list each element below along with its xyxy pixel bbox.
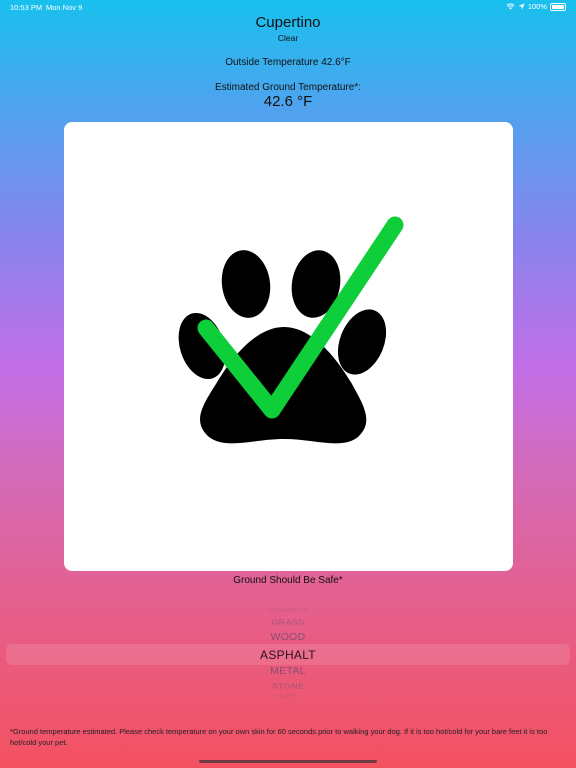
picker-option-dirt[interactable]: DIRT [0, 694, 576, 699]
picker-option-concrete[interactable]: CONCRETE [0, 608, 576, 613]
picker-option-metal[interactable]: METAL [0, 665, 576, 677]
weather-condition: Clear [277, 33, 299, 43]
picker-option-grass[interactable]: GRASS [0, 618, 576, 627]
status-bar: 10:53 PM Mon Nov 9 100% [0, 0, 576, 14]
status-time: 10:53 PM [10, 3, 43, 12]
verdict-message: Ground Should Be Safe* [233, 575, 343, 586]
estimated-ground-temp-value: 42.6 °F [263, 93, 313, 110]
picker-option-asphalt[interactable]: ASPHALT [0, 648, 576, 662]
outside-temperature: Outside Temperature 42.6°F [225, 57, 351, 68]
battery-icon [550, 2, 566, 11]
verdict-card [64, 122, 513, 571]
home-indicator[interactable] [199, 760, 377, 763]
disclaimer-text: *Ground temperature estimated. Please ch… [10, 727, 548, 747]
wifi-icon [506, 3, 515, 10]
location-arrow-icon [518, 3, 525, 10]
battery-percent: 100% [527, 2, 547, 11]
status-right: 100% [506, 2, 566, 11]
picker-option-wood[interactable]: WOOD [0, 631, 576, 643]
city-name: Cupertino [255, 14, 321, 31]
picker-option-stone[interactable]: STONE [0, 682, 576, 691]
paw-checkmark-icon [178, 216, 404, 444]
status-date: Mon Nov 9 [46, 3, 83, 12]
estimated-ground-temp-label: Estimated Ground Temperature*: [214, 82, 361, 93]
